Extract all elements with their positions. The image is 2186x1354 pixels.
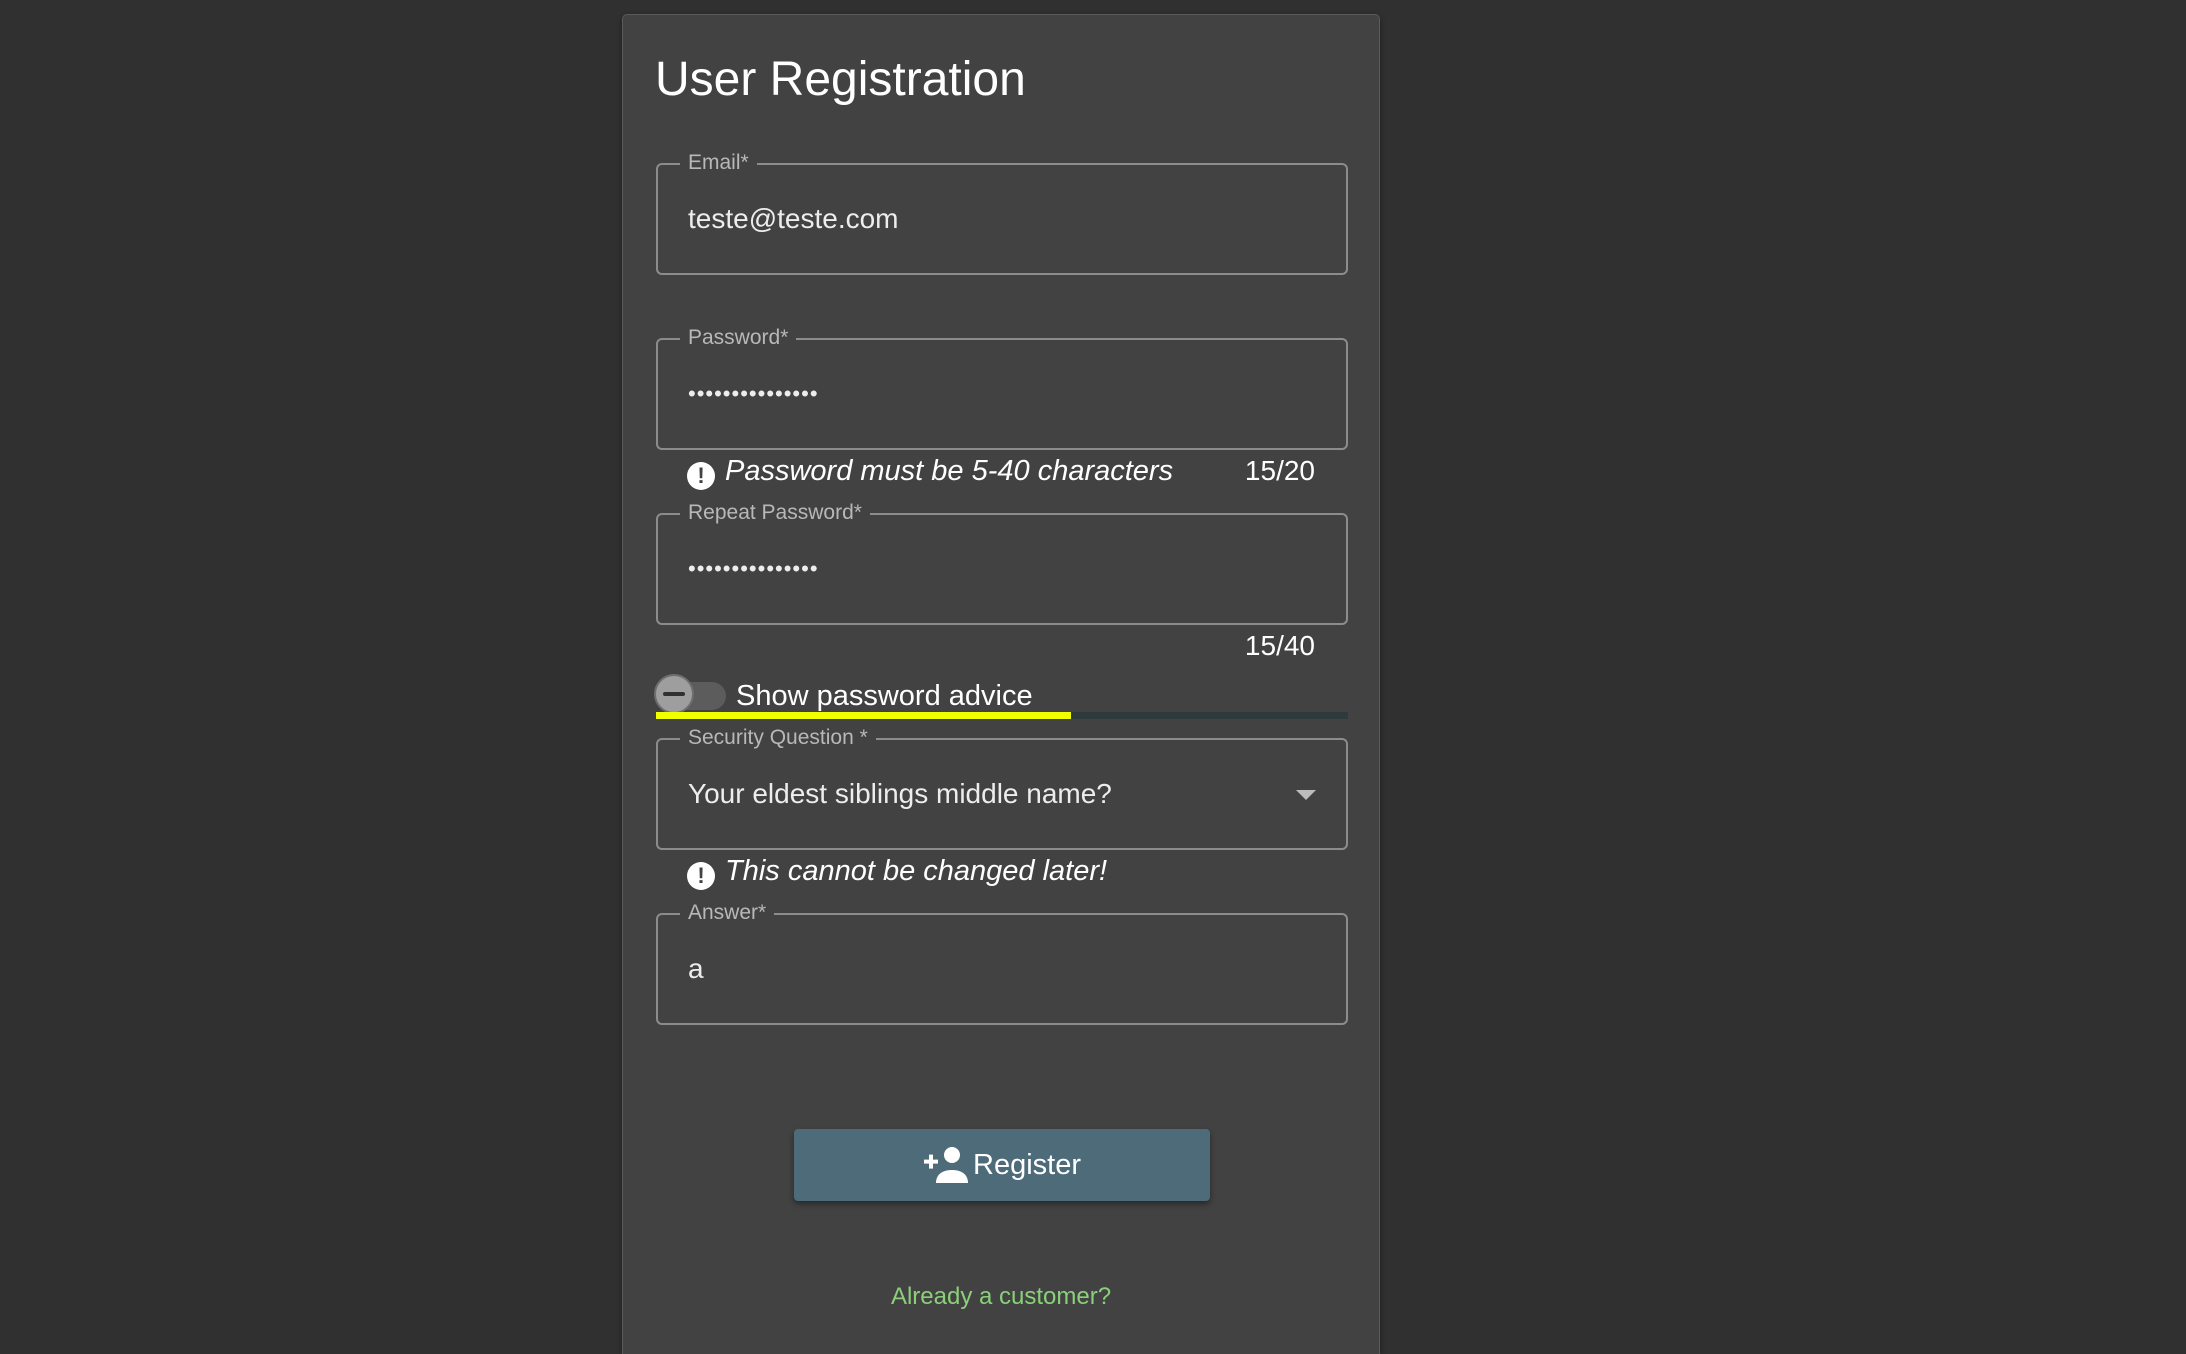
alert-icon: !: [687, 462, 715, 490]
password-label: Password*: [680, 324, 797, 352]
register-button[interactable]: Register: [794, 1129, 1210, 1201]
password-advice-toggle[interactable]: [654, 674, 726, 714]
repeat-password-counter: 15/40: [1244, 630, 1315, 661]
answer-field[interactable]: Answer* a: [656, 899, 1348, 1025]
answer-value: a: [688, 953, 704, 984]
page-title: User Registration: [655, 53, 1026, 106]
registration-card: User Registration Email* teste@teste.com…: [622, 14, 1380, 1354]
login-link[interactable]: Already a customer?: [623, 1283, 1379, 1311]
email-label: Email*: [680, 149, 757, 177]
email-field[interactable]: Email* teste@teste.com: [656, 149, 1348, 275]
answer-label: Answer*: [680, 899, 775, 927]
password-advice-label[interactable]: Show password advice: [736, 680, 1033, 713]
security-question-hint: ! This cannot be changed later!: [687, 851, 1107, 891]
dropdown-arrow-icon[interactable]: [1296, 790, 1316, 800]
toggle-thumb[interactable]: [654, 674, 694, 714]
security-question-select[interactable]: Security Question * Your eldest siblings…: [656, 724, 1348, 850]
password-strength-fill: [656, 712, 1072, 719]
email-value: teste@teste.com: [688, 203, 899, 234]
password-counter: 15/20: [1244, 455, 1315, 486]
register-button-label: Register: [973, 1148, 1081, 1181]
password-value: •••••••••••••••: [688, 381, 819, 406]
minus-icon: [663, 692, 685, 696]
repeat-password-value: •••••••••••••••: [688, 556, 819, 581]
person-add-icon: [924, 1147, 968, 1183]
security-question-value: Your eldest siblings middle name?: [688, 778, 1112, 809]
security-question-label: Security Question *: [680, 724, 876, 752]
password-field[interactable]: Password* •••••••••••••••: [656, 324, 1348, 450]
password-strength-bar: [656, 712, 1348, 719]
repeat-password-field[interactable]: Repeat Password* •••••••••••••••: [656, 499, 1348, 625]
security-question-hint-text: This cannot be changed later!: [725, 855, 1108, 887]
alert-icon: !: [687, 862, 715, 890]
repeat-password-label: Repeat Password*: [680, 499, 870, 527]
